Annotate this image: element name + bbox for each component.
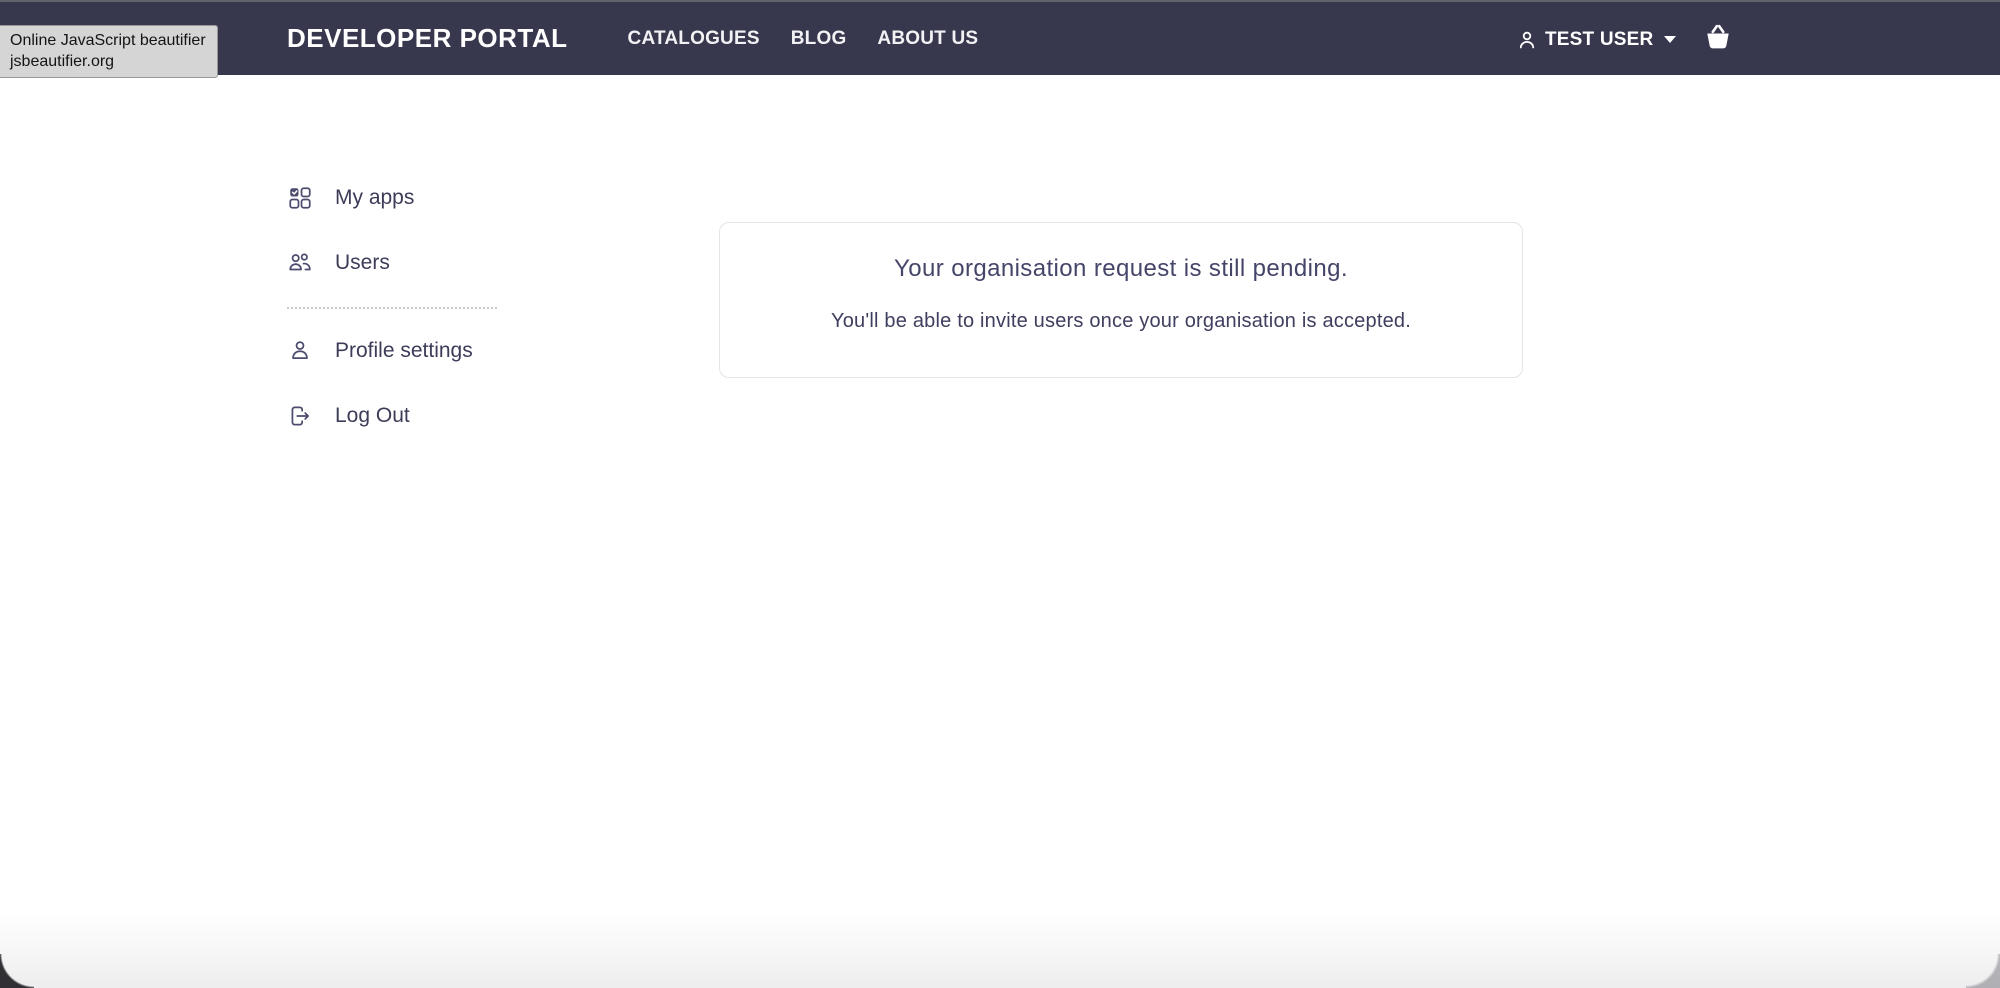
sidebar-item-label: My apps xyxy=(335,186,414,210)
caret-down-icon xyxy=(1664,36,1676,43)
basket-icon xyxy=(1702,22,1734,57)
sidebar-divider xyxy=(287,307,497,309)
sidebar-item-my-apps[interactable]: My apps xyxy=(287,177,502,219)
user-icon xyxy=(1516,29,1538,51)
bottom-left-window-corner xyxy=(0,954,34,988)
apps-grid-icon xyxy=(287,185,313,211)
tooltip-line-2: jsbeautifier.org xyxy=(10,51,206,72)
sidebar-item-label: Users xyxy=(335,251,390,275)
profile-icon xyxy=(287,338,313,364)
user-menu-label: TEST USER xyxy=(1545,29,1653,51)
bottom-right-window-corner xyxy=(1966,954,2000,988)
sidebar: My apps Users Profile settings xyxy=(287,177,502,460)
sidebar-item-label: Log Out xyxy=(335,404,410,428)
sidebar-item-label: Profile settings xyxy=(335,339,473,363)
nav-item-about-us[interactable]: ABOUT US xyxy=(877,28,978,50)
tooltip-line-1: Online JavaScript beautifier xyxy=(10,30,206,51)
pending-card-title: Your organisation request is still pendi… xyxy=(720,254,1522,284)
browser-link-tooltip: Online JavaScript beautifier jsbeautifie… xyxy=(0,25,218,78)
pending-organisation-card: Your organisation request is still pendi… xyxy=(719,222,1523,378)
nav-item-catalogues[interactable]: CATALOGUES xyxy=(628,28,760,50)
users-icon xyxy=(287,250,313,276)
main-nav: CATALOGUES BLOG ABOUT US xyxy=(628,28,979,50)
basket-button[interactable] xyxy=(1702,22,1734,57)
header-right: TEST USER xyxy=(1516,2,1734,77)
header: DEVELOPER PORTAL CATALOGUES BLOG ABOUT U… xyxy=(0,0,2000,75)
sidebar-item-profile-settings[interactable]: Profile settings xyxy=(287,330,502,372)
bottom-window-shadow xyxy=(0,913,2000,988)
app-title[interactable]: DEVELOPER PORTAL xyxy=(287,23,568,54)
user-menu-button[interactable]: TEST USER xyxy=(1516,29,1676,51)
logout-icon xyxy=(287,403,313,429)
sidebar-item-users[interactable]: Users xyxy=(287,242,502,284)
sidebar-item-log-out[interactable]: Log Out xyxy=(287,395,502,437)
pending-card-subtitle: You'll be able to invite users once your… xyxy=(720,309,1522,334)
nav-item-blog[interactable]: BLOG xyxy=(791,28,847,50)
